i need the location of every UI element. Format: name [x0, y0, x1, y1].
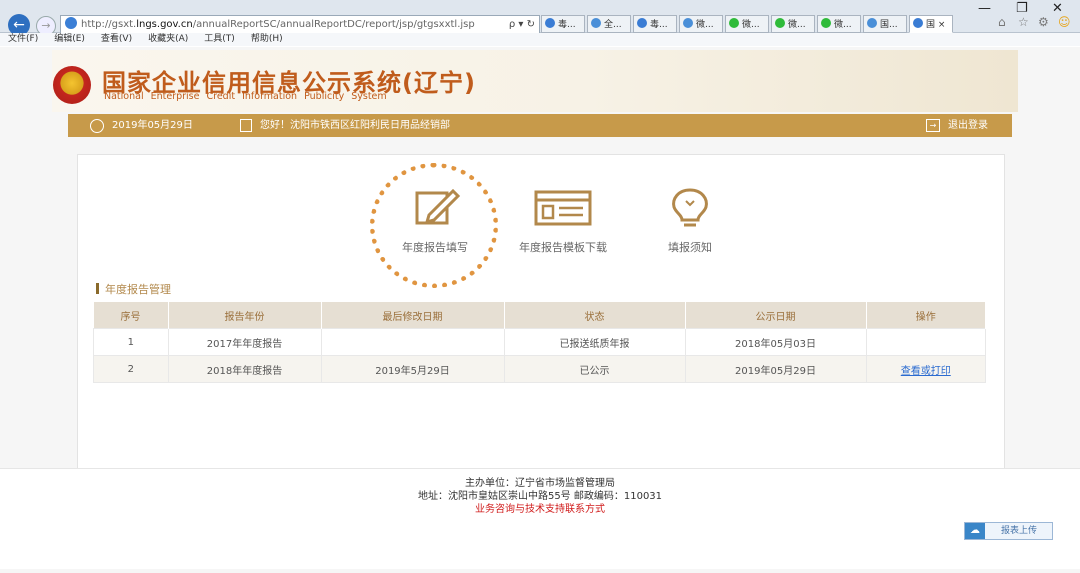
table-header-row: 序号 报告年份 最后修改日期 状态 公示日期 操作	[93, 302, 986, 329]
footer-address: 地址：沈阳市皇姑区崇山中路55号 邮政编码：110031	[417, 491, 663, 502]
menu-help[interactable]: 帮助(H)	[251, 33, 283, 46]
tab-favicon-icon	[545, 18, 555, 28]
action-instructions[interactable]: 填报须知	[640, 187, 740, 255]
browser-tab[interactable]: 毒...	[541, 15, 585, 33]
lightbulb-icon	[660, 187, 720, 229]
template-icon	[533, 187, 593, 229]
ie-page-icon	[65, 17, 77, 29]
tab-favicon-icon	[913, 18, 923, 28]
browser-tab[interactable]: 国...	[863, 15, 907, 33]
tab-label: 毒...	[650, 20, 668, 30]
menu-edit[interactable]: 编辑(E)	[54, 33, 85, 46]
cell-publish-date: 2018年05月03日	[684, 328, 867, 356]
cell-index: 2	[93, 355, 169, 383]
action-template-download[interactable]: 年度报告模板下载	[503, 187, 623, 255]
cell-publish-date: 2019年05月29日	[684, 355, 867, 383]
tab-label: 微...	[834, 20, 852, 30]
menu-file[interactable]: 文件(F)	[8, 33, 38, 46]
tab-favicon-icon	[683, 18, 693, 28]
user-icon	[240, 119, 252, 132]
cell-year: 2018年年度报告	[167, 355, 322, 383]
restore-button[interactable]: ❐	[1016, 1, 1028, 16]
current-date: 2019年05月29日	[112, 120, 193, 131]
cell-status: 已报送纸质年报	[503, 328, 686, 356]
col-header-status: 状态	[504, 302, 686, 329]
footer: 主办单位：辽宁省市场监督管理局 地址：沈阳市皇姑区崇山中路55号 邮政编码：11…	[0, 468, 1080, 569]
status-bar: 2019年05月29日 您好！沈阳市铁西区红阳利民日用品经销部 → 退出登录	[68, 114, 1012, 137]
footer-contact-link[interactable]: 业务咨询与技术支持联系方式	[0, 503, 1080, 516]
user-greeting: 您好！沈阳市铁西区红阳利民日用品经销部	[260, 120, 450, 131]
tab-favicon-icon	[867, 18, 877, 28]
tab-favicon-icon	[637, 18, 647, 28]
logout-link[interactable]: 退出登录	[948, 114, 988, 137]
tab-favicon-icon	[775, 18, 785, 28]
table-row: 2 2018年年度报告 2019年5月29日 已公示 2019年05月29日 查…	[93, 355, 986, 383]
browser-tab[interactable]: 微...	[771, 15, 815, 33]
cloud-upload-icon: ☁	[965, 523, 985, 539]
address-bar[interactable]: http://gsxt.lngs.gov.cn/annualReportSC/a…	[60, 15, 540, 35]
browser-toolbar: — ❐ ✕ ← → http://gsxt.lngs.gov.cn/annual…	[0, 0, 1080, 36]
page-content: 国家企业信用信息公示系统(辽宁) National Enterprise Cre…	[0, 47, 1080, 573]
site-subtitle: National Enterprise Credit Information P…	[104, 91, 387, 102]
cell-index: 1	[93, 328, 169, 356]
browser-tab[interactable]: 微...	[817, 15, 861, 33]
cell-modified	[320, 328, 505, 356]
browser-tab[interactable]: 国 ×	[909, 15, 953, 33]
footer-sponsor: 主办单位：辽宁省市场监督管理局	[465, 478, 615, 489]
tab-label: 微...	[696, 20, 714, 30]
cell-year: 2017年年度报告	[167, 328, 322, 356]
action-label: 填报须知	[668, 241, 712, 254]
col-header-year: 报告年份	[168, 302, 322, 329]
table-row: 1 2017年年度报告 已报送纸质年报 2018年05月03日	[93, 328, 986, 356]
tab-favicon-icon	[821, 18, 831, 28]
tab-strip: 毒... 全... 毒... 微... 微... 微... 微... 国... 国 ×	[541, 15, 953, 33]
menu-tools[interactable]: 工具(T)	[204, 33, 235, 46]
menu-favorites[interactable]: 收藏夹(A)	[148, 33, 188, 46]
tab-favicon-icon	[729, 18, 739, 28]
col-header-modified: 最后修改日期	[321, 302, 505, 329]
smiley-feedback-icon[interactable]: ☺	[1058, 15, 1071, 29]
tab-label: 微...	[788, 20, 806, 30]
browser-tab[interactable]: 微...	[725, 15, 769, 33]
upload-label: 报表上传	[1001, 526, 1038, 536]
edit-icon	[405, 187, 465, 229]
minimize-button[interactable]: —	[978, 1, 991, 16]
settings-gear-icon[interactable]: ⚙	[1038, 15, 1049, 29]
col-header-operation: 操作	[866, 302, 986, 329]
logout-icon[interactable]: →	[926, 119, 940, 132]
col-header-publish-date: 公示日期	[685, 302, 867, 329]
tab-label: 国 ×	[926, 20, 946, 30]
national-emblem-icon	[53, 66, 91, 104]
cell-status: 已公示	[503, 355, 686, 383]
tab-label: 微...	[742, 20, 760, 30]
view-print-link[interactable]: 查看或打印	[901, 366, 951, 377]
favorites-star-icon[interactable]: ☆	[1018, 15, 1029, 29]
url-path: /annualReportSC/annualReportDC/report/js…	[192, 19, 475, 30]
report-upload-button[interactable]: ☁ 报表上传	[964, 522, 1053, 540]
action-label: 年度报告填写	[402, 241, 468, 254]
annual-report-table: 序号 报告年份 最后修改日期 状态 公示日期 操作 1 2017年年度报告 已报…	[93, 302, 986, 383]
action-fill-report[interactable]: 年度报告填写	[380, 187, 490, 255]
action-label: 年度报告模板下载	[519, 241, 607, 254]
browser-tab[interactable]: 全...	[587, 15, 631, 33]
tab-label: 毒...	[558, 20, 576, 30]
menu-bar: 文件(F) 编辑(E) 查看(V) 收藏夹(A) 工具(T) 帮助(H)	[0, 33, 1080, 46]
cell-operation	[865, 328, 986, 356]
clock-icon	[90, 119, 104, 133]
url-domain: lngs.gov.cn	[136, 19, 193, 30]
tab-favicon-icon	[591, 18, 601, 28]
address-controls[interactable]: ρ ▾ ↻	[509, 16, 535, 34]
col-header-index: 序号	[93, 302, 169, 329]
tab-label: 国...	[880, 20, 898, 30]
cell-modified: 2019年5月29日	[320, 355, 505, 383]
tab-label: 全...	[604, 20, 622, 30]
home-icon[interactable]: ⌂	[998, 15, 1006, 29]
section-title: 年度报告管理	[96, 281, 171, 297]
browser-tab[interactable]: 微...	[679, 15, 723, 33]
cell-operation: 查看或打印	[865, 355, 986, 383]
close-window-button[interactable]: ✕	[1052, 1, 1063, 16]
browser-tab[interactable]: 毒...	[633, 15, 677, 33]
url-prefix: http://gsxt.	[81, 19, 137, 30]
menu-view[interactable]: 查看(V)	[101, 33, 132, 46]
